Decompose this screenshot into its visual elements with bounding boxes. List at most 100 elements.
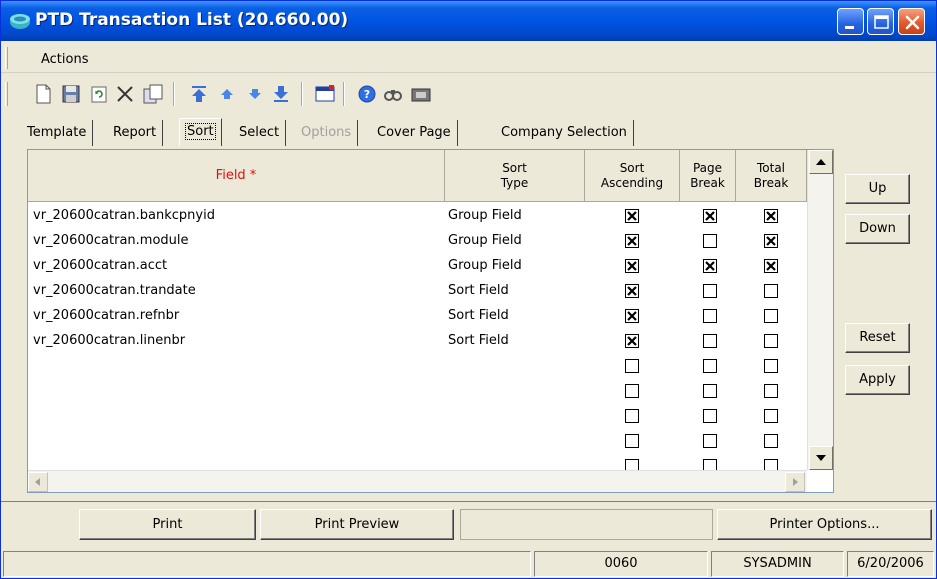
print-button[interactable]: Print [79,509,256,540]
sort-ascending-checkbox[interactable] [625,434,639,448]
field-cell[interactable]: vr_20600catran.module [33,233,189,248]
note-icon[interactable] [409,82,433,106]
up-button[interactable]: Up [845,174,910,204]
first-record-icon[interactable] [187,82,211,106]
down-button[interactable]: Down [845,214,910,244]
header-sort-type[interactable]: Sort Type [445,150,585,202]
apply-button[interactable]: Apply [845,365,910,395]
field-cell[interactable]: vr_20600catran.refnbr [33,308,179,323]
next-record-icon[interactable] [243,82,267,106]
sort-type-cell[interactable]: Group Field [448,258,522,273]
header-field[interactable]: Field * [28,150,445,202]
scroll-up-button[interactable] [809,150,833,174]
total-break-checkbox[interactable] [764,259,778,273]
table-row[interactable] [28,428,808,453]
field-cell[interactable]: vr_20600catran.acct [33,258,167,273]
vertical-scrollbar[interactable] [807,150,833,470]
delete-icon[interactable] [113,82,137,106]
tab-sort[interactable]: Sort [179,118,222,146]
page-break-checkbox[interactable] [703,384,717,398]
total-break-checkbox[interactable] [764,434,778,448]
page-break-checkbox[interactable] [703,234,717,248]
scroll-left-icon [35,478,40,486]
page-break-checkbox[interactable] [703,259,717,273]
checkmark-x-icon [766,211,776,221]
field-cell[interactable]: vr_20600catran.trandate [33,283,196,298]
header-total-break-label: Total Break [753,160,789,190]
sort-type-cell[interactable]: Group Field [448,233,522,248]
find-icon[interactable] [381,82,405,106]
maximize-button[interactable] [867,8,894,35]
tab-select[interactable]: Select [233,120,287,146]
page-break-checkbox[interactable] [703,409,717,423]
table-row[interactable]: vr_20600catran.linenbr Sort Field [28,328,808,353]
last-record-icon[interactable] [269,82,293,106]
sort-ascending-checkbox[interactable] [625,309,639,323]
reset-button[interactable]: Reset [845,323,910,353]
copy-icon[interactable] [141,82,165,106]
page-break-checkbox[interactable] [703,209,717,223]
sort-grid: Field * Sort Type Sort Ascending Page Break… [27,149,834,493]
total-break-checkbox[interactable] [764,334,778,348]
tab-company-selection[interactable]: Company Selection [495,120,634,146]
table-row[interactable] [28,378,808,403]
sort-ascending-checkbox[interactable] [625,384,639,398]
page-break-checkbox[interactable] [703,309,717,323]
table-row[interactable]: vr_20600catran.trandate Sort Field [28,278,808,303]
total-break-checkbox[interactable] [764,359,778,373]
sort-ascending-checkbox[interactable] [625,409,639,423]
print-preview-button[interactable]: Print Preview [260,509,454,540]
minimize-button[interactable] [837,8,864,35]
save-icon[interactable] [59,82,83,106]
refresh-icon[interactable] [87,82,111,106]
minimize-icon [845,26,854,29]
table-row[interactable]: vr_20600catran.refnbr Sort Field [28,303,808,328]
scroll-right-button[interactable] [785,472,805,492]
table-row[interactable]: vr_20600catran.bankcpnyid Group Field [28,203,808,228]
header-total-break[interactable]: Total Break [736,150,807,202]
scroll-down-button[interactable] [809,446,833,470]
table-row[interactable] [28,403,808,428]
header-sort-ascending[interactable]: Sort Ascending [585,150,680,202]
page-break-checkbox[interactable] [703,434,717,448]
header-page-break[interactable]: Page Break [680,150,736,202]
help-icon[interactable]: ? [355,82,379,106]
total-break-checkbox[interactable] [764,384,778,398]
sort-ascending-checkbox[interactable] [625,209,639,223]
close-button[interactable] [898,8,925,35]
total-break-checkbox[interactable] [764,309,778,323]
menu-actions[interactable]: Actions [41,52,89,67]
total-break-checkbox[interactable] [764,284,778,298]
sort-type-cell[interactable]: Sort Field [448,333,509,348]
field-cell[interactable]: vr_20600catran.linenbr [33,333,185,348]
tab-cover-page[interactable]: Cover Page [371,120,458,146]
scroll-down-icon [816,455,826,461]
horizontal-scrollbar[interactable] [28,470,807,492]
printer-options-button[interactable]: Printer Options... [717,509,932,540]
sort-ascending-checkbox[interactable] [625,259,639,273]
field-cell[interactable]: vr_20600catran.bankcpnyid [33,208,215,223]
total-break-checkbox[interactable] [764,234,778,248]
total-break-checkbox[interactable] [764,409,778,423]
page-break-checkbox[interactable] [703,334,717,348]
table-row[interactable] [28,353,808,378]
sort-ascending-checkbox[interactable] [625,234,639,248]
sort-ascending-checkbox[interactable] [625,359,639,373]
table-row[interactable]: vr_20600catran.acct Group Field [28,253,808,278]
previous-record-icon[interactable] [215,82,239,106]
new-document-icon[interactable] [31,82,55,106]
page-break-checkbox[interactable] [703,359,717,373]
page-break-checkbox[interactable] [703,284,717,298]
tab-template[interactable]: Template [21,120,94,146]
customize-window-icon[interactable] [313,82,337,106]
sort-ascending-checkbox[interactable] [625,284,639,298]
sort-type-cell[interactable]: Sort Field [448,283,509,298]
tab-report[interactable]: Report [107,120,164,146]
sort-type-cell[interactable]: Group Field [448,208,522,223]
scroll-left-button[interactable] [28,472,48,492]
total-break-checkbox[interactable] [764,209,778,223]
sort-ascending-checkbox[interactable] [625,334,639,348]
title-bar[interactable]: PTD Transaction List (20.660.00) [1,1,936,41]
sort-type-cell[interactable]: Sort Field [448,308,509,323]
table-row[interactable]: vr_20600catran.module Group Field [28,228,808,253]
